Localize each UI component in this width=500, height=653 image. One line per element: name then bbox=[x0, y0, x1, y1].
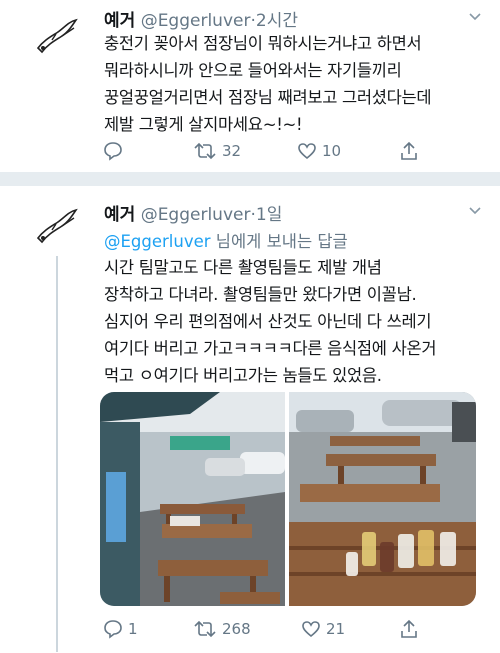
share-icon bbox=[401, 619, 417, 638]
like-count: 10 bbox=[322, 142, 342, 160]
retweet-count: 268 bbox=[222, 620, 251, 638]
user-handle[interactable]: @Eggerluver bbox=[141, 11, 251, 31]
avatar[interactable] bbox=[34, 204, 80, 250]
tweet-text: 충전기 꽂아서 점장님이 뭐하시는거냐고 하면서 뭐라하시니까 안으로 들어와서… bbox=[104, 30, 484, 138]
tweet-actions: 1 268 21 bbox=[100, 616, 430, 642]
share-icon bbox=[401, 141, 417, 160]
tweet-text-line: 꿍얼꿍얼거리면서 점장님 째려보고 그러셨다는데 bbox=[104, 88, 432, 107]
display-name[interactable]: 예거 bbox=[104, 11, 135, 31]
display-name[interactable]: 예거 bbox=[104, 205, 135, 225]
tweet[interactable]: 예거 @Eggerluver·1일 @Eggerluver 님에게 보내는 답글… bbox=[0, 186, 500, 653]
reply-button[interactable]: 1 bbox=[102, 616, 138, 642]
tweet-text-line: 뭐라하시니까 안으로 들어와서는 자기들끼리 bbox=[104, 61, 402, 80]
like-icon bbox=[302, 621, 320, 638]
tweet-text-line: 심지어 우리 편의점에서 산것도 아닌데 다 쓰레기 bbox=[104, 312, 432, 331]
timestamp[interactable]: 2시간 bbox=[256, 11, 298, 31]
retweet-icon bbox=[194, 142, 216, 160]
reply-icon bbox=[104, 620, 122, 639]
avatar[interactable] bbox=[34, 14, 80, 60]
retweet-count: 32 bbox=[222, 142, 242, 160]
reply-to-handle[interactable]: @Eggerluver bbox=[104, 232, 211, 251]
tweet-text-line: 여기다 버리고 가고ㅋㅋㅋㅋ다른 음식점에 사온거 bbox=[104, 339, 437, 358]
timestamp[interactable]: 1일 bbox=[256, 205, 282, 225]
share-button[interactable] bbox=[398, 138, 420, 164]
user-handle[interactable]: @Eggerluver bbox=[141, 205, 251, 225]
retweet-button[interactable]: 32 bbox=[192, 138, 241, 164]
tweet-text-line: 제발 그렇게 살지마세요~!~! bbox=[104, 115, 303, 134]
tweet-text-line: 시간 팀말고도 다른 촬영팀들도 제발 개념 bbox=[104, 258, 382, 277]
caret-down-icon[interactable] bbox=[468, 12, 482, 22]
tweet-header: 예거 @Eggerluver·2시간 bbox=[104, 6, 298, 31]
photo-table-trash[interactable] bbox=[289, 392, 476, 606]
thread-line bbox=[56, 256, 58, 652]
like-button[interactable]: 21 bbox=[300, 616, 345, 642]
caret-down-icon[interactable] bbox=[468, 206, 482, 216]
tweet-header: 예거 @Eggerluver·1일 bbox=[104, 200, 282, 225]
tweet-text: 시간 팀말고도 다른 촬영팀들도 제발 개념 장착하고 다녀라. 촬영팀들만 왔… bbox=[104, 254, 484, 389]
reply-button[interactable] bbox=[102, 138, 128, 164]
tweet-text-line: 장착하고 다녀라. 촬영팀들만 왔다가면 이꼴남. bbox=[104, 285, 417, 304]
tweet-text-line: 먹고 ㅇ여기다 버리고가는 놈들도 있었음. bbox=[104, 366, 382, 385]
media-grid[interactable] bbox=[100, 392, 476, 606]
like-count: 21 bbox=[326, 620, 346, 638]
reply-to-label: 님에게 보내는 답글 bbox=[210, 232, 348, 251]
like-icon bbox=[298, 143, 316, 160]
like-button[interactable]: 10 bbox=[296, 138, 341, 164]
tweet-text-line: 충전기 꽂아서 점장님이 뭐하시는거냐고 하면서 bbox=[104, 34, 422, 53]
tweet[interactable]: 예거 @Eggerluver·2시간 충전기 꽂아서 점장님이 뭐하시는거냐고 … bbox=[0, 0, 500, 172]
reply-count: 1 bbox=[128, 620, 138, 638]
reply-context: @Eggerluver 님에게 보내는 답글 bbox=[104, 228, 348, 252]
timeline-divider bbox=[0, 172, 500, 186]
retweet-button[interactable]: 268 bbox=[192, 616, 251, 642]
reply-icon bbox=[104, 142, 122, 161]
tweet-actions: 32 10 bbox=[100, 138, 430, 164]
share-button[interactable] bbox=[398, 616, 420, 642]
retweet-icon bbox=[194, 620, 216, 638]
photo-storefront-tables[interactable] bbox=[100, 392, 285, 606]
